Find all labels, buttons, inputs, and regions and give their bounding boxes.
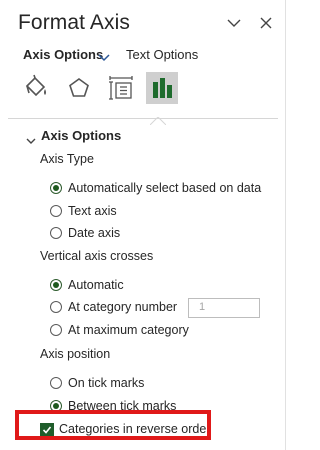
pane-title: Format Axis <box>18 11 130 34</box>
tab-axis-options[interactable]: Axis Options <box>23 47 103 62</box>
pane-border <box>285 0 286 450</box>
axis-position-label: Axis position <box>40 347 111 361</box>
chevron-down-icon <box>225 14 243 32</box>
position-on-tick-marks-option[interactable]: On tick marks <box>50 376 270 394</box>
vertical-axis-crosses-label: Vertical axis crosses <box>40 249 154 263</box>
axis-type-date-option[interactable]: Date axis <box>50 226 270 244</box>
paint-bucket-icon <box>20 72 52 104</box>
expanded-triangle-icon[interactable] <box>26 133 36 151</box>
bar-chart-icon <box>146 72 178 104</box>
axis-options-tab[interactable] <box>146 72 178 104</box>
radio-button[interactable] <box>50 377 62 389</box>
category-number-value: 1 <box>199 301 206 313</box>
effects-tab[interactable] <box>63 72 95 104</box>
option-label: On tick marks <box>68 376 145 390</box>
radio-button[interactable] <box>50 279 62 291</box>
option-label: Automatically select based on data <box>68 181 262 195</box>
option-label: Text axis <box>68 204 117 218</box>
radio-button[interactable] <box>50 301 62 313</box>
selected-tab-pointer <box>149 112 167 130</box>
crosses-automatic-option[interactable]: Automatic <box>50 278 270 296</box>
axis-type-auto-option[interactable]: Automatically select based on data <box>50 181 270 199</box>
radio-button[interactable] <box>50 182 62 194</box>
collapse-pane-button[interactable] <box>225 14 243 32</box>
pentagon-icon <box>63 72 95 104</box>
radio-button[interactable] <box>50 205 62 217</box>
axis-type-label: Axis Type <box>40 152 94 166</box>
close-icon <box>257 14 275 32</box>
option-label: At category number <box>68 300 178 314</box>
tab-divider <box>8 118 278 119</box>
fill-line-tab[interactable] <box>20 72 52 104</box>
radio-button[interactable] <box>50 324 62 336</box>
axis-type-text-option[interactable]: Text axis <box>50 204 270 222</box>
option-label: Automatic <box>68 278 124 292</box>
size-properties-tab[interactable] <box>105 72 137 104</box>
option-label: At maximum category <box>68 323 189 337</box>
tab-text-options[interactable]: Text Options <box>126 47 198 62</box>
option-label: Date axis <box>68 226 121 240</box>
crosses-maximum-category-option[interactable]: At maximum category <box>50 323 270 341</box>
category-number-input[interactable]: 1 <box>188 298 260 318</box>
format-axis-pane: Format Axis Axis Options Text Options Ax… <box>0 0 286 450</box>
chevron-down-icon[interactable] <box>98 50 110 65</box>
size-properties-icon <box>105 72 137 104</box>
annotation-highlight-box <box>15 410 211 440</box>
close-pane-button[interactable] <box>257 14 275 32</box>
section-axis-options-title[interactable]: Axis Options <box>41 128 121 143</box>
radio-button[interactable] <box>50 227 62 239</box>
